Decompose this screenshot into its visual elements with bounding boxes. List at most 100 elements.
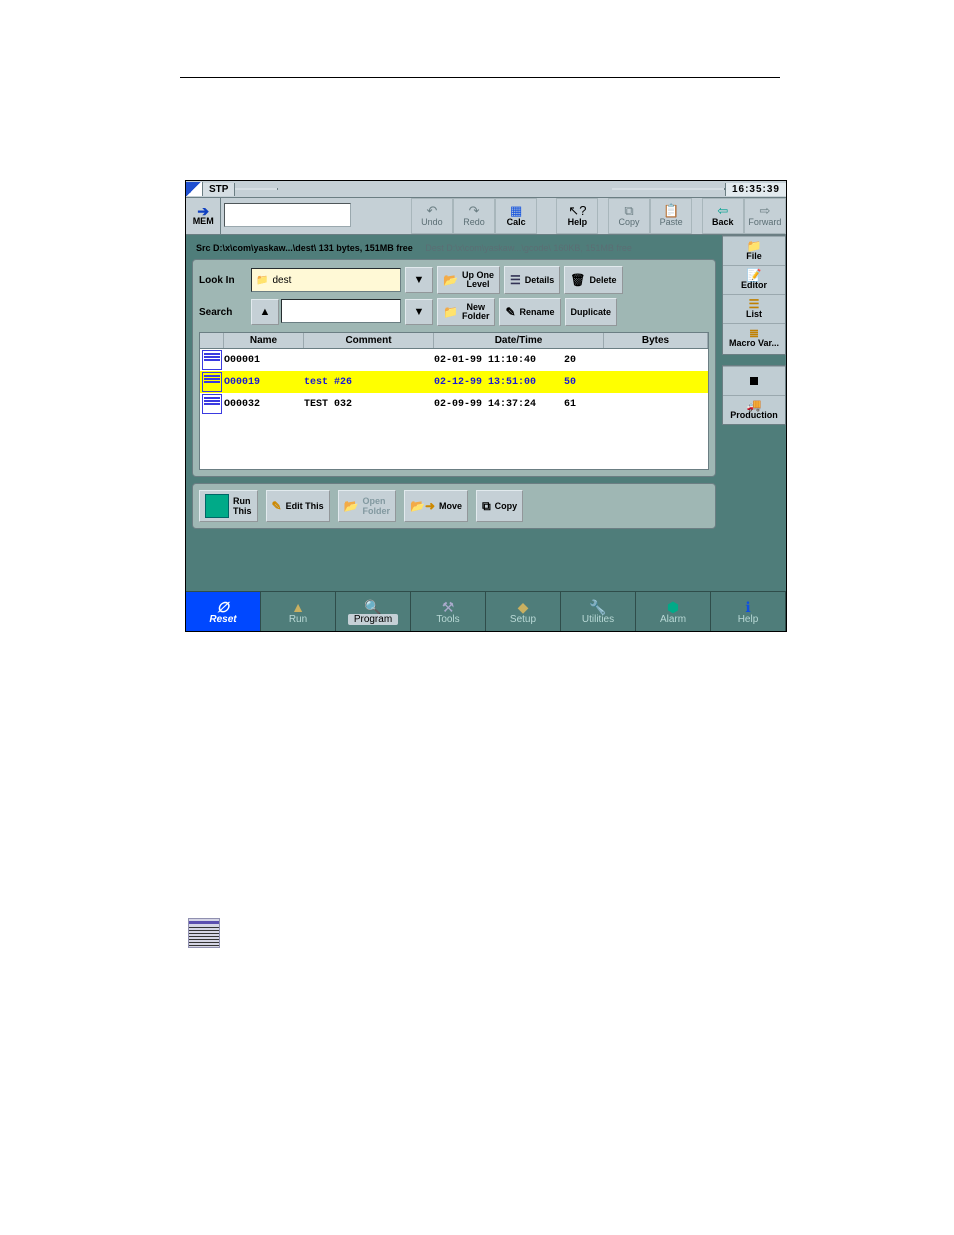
file-datetime: 02-09-99 14:37:24 (434, 399, 564, 410)
calc-button[interactable]: ▦Calc (495, 198, 537, 234)
editor-icon: 📝 (747, 270, 762, 280)
back-arrow-icon: ⇦ (717, 205, 728, 217)
table-row[interactable]: O00032TEST 03202-09-99 14:37:2461 (200, 393, 708, 415)
production-icon: 🚚 (747, 400, 762, 410)
up-folder-icon: 📂 (443, 273, 458, 287)
list-icon: ☰ (749, 299, 760, 309)
move-button[interactable]: 📂➜Move (404, 490, 468, 522)
file-name: O00019 (224, 377, 304, 388)
help-button[interactable]: ↖?Help (556, 198, 598, 234)
new-folder-icon: 📁 (443, 305, 458, 319)
new-folder-button[interactable]: 📁New Folder (437, 298, 495, 326)
nav-setup[interactable]: ◆Setup (486, 592, 561, 632)
nav-run[interactable]: ▲Run (261, 592, 336, 632)
lookin-label: Look In (199, 275, 247, 286)
status-src: Src D:\x\com\yaskaw...\dest\ 131 bytes, … (196, 243, 413, 253)
setup-icon: ◆ (518, 600, 529, 614)
title-blank-2 (612, 188, 725, 190)
file-datetime: 02-12-99 13:51:00 (434, 377, 564, 388)
nav-reset[interactable]: ∅Reset (186, 592, 261, 632)
lookin-dropdown[interactable]: ▼ (405, 267, 433, 293)
redo-button[interactable]: ↷Redo (453, 198, 495, 234)
nav-program[interactable]: 🔍Program (336, 592, 411, 632)
table-row[interactable]: O00001 02-01-99 11:10:4020 (200, 349, 708, 371)
sidebar-list[interactable]: ☰List (723, 294, 785, 323)
lookin-value: dest (272, 275, 291, 286)
reset-icon: ∅ (217, 600, 229, 614)
search-label: Search (199, 307, 247, 318)
help-pointer-icon: ↖? (568, 205, 586, 217)
program-icon: 🔍 (364, 600, 381, 614)
square-icon (750, 377, 758, 385)
file-bytes: 61 (564, 399, 604, 410)
search-field[interactable] (281, 299, 401, 323)
paste-icon: 📋 (663, 205, 679, 217)
lookin-field[interactable]: 📁 dest (251, 268, 401, 292)
nav-utilities[interactable]: 🔧Utilities (561, 592, 636, 632)
rename-button[interactable]: ✎Rename (499, 298, 560, 326)
utilities-icon: 🔧 (589, 600, 606, 614)
main-pane: Src D:\x\com\yaskaw...\dest\ 131 bytes, … (186, 235, 722, 591)
main-toolbar: ➔ MEM ↶Undo ↷Redo ▦Calc ↖?Help ⧉Copy 📋Pa… (186, 198, 786, 235)
mem-indicator: ➔ MEM (186, 198, 221, 234)
sidebar-editor[interactable]: 📝Editor (723, 265, 785, 294)
program-file-icon (202, 394, 222, 414)
col-bytes[interactable]: Bytes (604, 333, 708, 348)
copy-file-button[interactable]: ⧉Copy (476, 490, 523, 522)
run-icon: ▲ (291, 600, 305, 614)
nav-alarm[interactable]: ⬢Alarm (636, 592, 711, 632)
sidebar-file[interactable]: 📁File (723, 236, 785, 265)
file-name: O00001 (224, 355, 304, 366)
edit-this-button[interactable]: ✎Edit This (266, 490, 330, 522)
folder-icon: 📁 (256, 275, 268, 286)
undo-icon: ↶ (426, 205, 437, 217)
action-panel: Run This ✎Edit This 📂Open Folder 📂➜Move … (192, 483, 716, 529)
details-button[interactable]: ☰Details (504, 266, 560, 294)
file-name: O00032 (224, 399, 304, 410)
nav-help[interactable]: ℹHelp (711, 592, 786, 632)
table-row[interactable]: O00019test #2602-12-99 13:51:0050 (200, 371, 708, 393)
title-bar: STP 16:35:39 (186, 181, 786, 198)
sidebar-macrovar[interactable]: ≣Macro Var... (723, 323, 785, 352)
folder-controls-panel: Look In 📁 dest ▼ 📂Up One Level ☰Details … (192, 259, 716, 477)
forward-arrow-icon: ⇨ (759, 205, 770, 217)
undo-button[interactable]: ↶Undo (411, 198, 453, 234)
nav-tools[interactable]: ⚒Tools (411, 592, 486, 632)
redo-icon: ↷ (469, 205, 480, 217)
file-comment: TEST 032 (304, 399, 434, 410)
col-name[interactable]: Name (224, 333, 304, 348)
info-icon: ℹ (745, 600, 750, 614)
copy-button[interactable]: ⧉Copy (608, 198, 650, 234)
sidebar-production[interactable]: 🚚Production (723, 395, 785, 424)
edit-icon: ✎ (272, 499, 282, 513)
status-line: Src D:\x\com\yaskaw...\dest\ 131 bytes, … (192, 241, 716, 255)
copy-icon: ⧉ (624, 205, 633, 217)
file-bytes: 20 (564, 355, 604, 366)
open-folder-button[interactable]: 📂Open Folder (338, 490, 396, 522)
back-button[interactable]: ⇦Back (702, 198, 744, 234)
details-doc-icon (188, 918, 220, 948)
forward-button[interactable]: ⇨Forward (744, 198, 786, 234)
col-comment[interactable]: Comment (304, 333, 434, 348)
delete-button[interactable]: 🗑Delete (564, 266, 622, 294)
calc-icon: ▦ (510, 205, 522, 217)
mem-arrow-icon: ➔ (197, 206, 209, 216)
sidebar-indicator (723, 366, 785, 395)
trash-icon: 🗑 (570, 273, 585, 287)
file-icon: 📁 (747, 241, 762, 251)
toolbar-input[interactable] (224, 203, 350, 227)
run-this-button[interactable]: Run This (199, 490, 258, 522)
file-list-header: Name Comment Date/Time Bytes (199, 332, 709, 349)
duplicate-button[interactable]: Duplicate (565, 298, 618, 326)
search-up-button[interactable]: ▲ (251, 299, 279, 325)
copy-file-icon: ⧉ (482, 499, 491, 514)
mem-label: MEM (193, 216, 214, 226)
search-dropdown[interactable]: ▼ (405, 299, 433, 325)
bottom-nav: ∅Reset ▲Run 🔍Program ⚒Tools ◆Setup 🔧Util… (186, 591, 786, 632)
up-one-level-button[interactable]: 📂Up One Level (437, 266, 500, 294)
col-datetime[interactable]: Date/Time (434, 333, 604, 348)
file-datetime: 02-01-99 11:10:40 (434, 355, 564, 366)
run-this-icon (205, 494, 229, 518)
paste-button[interactable]: 📋Paste (650, 198, 692, 234)
file-list[interactable]: O00001 02-01-99 11:10:4020 O00019test #260… (199, 349, 709, 470)
